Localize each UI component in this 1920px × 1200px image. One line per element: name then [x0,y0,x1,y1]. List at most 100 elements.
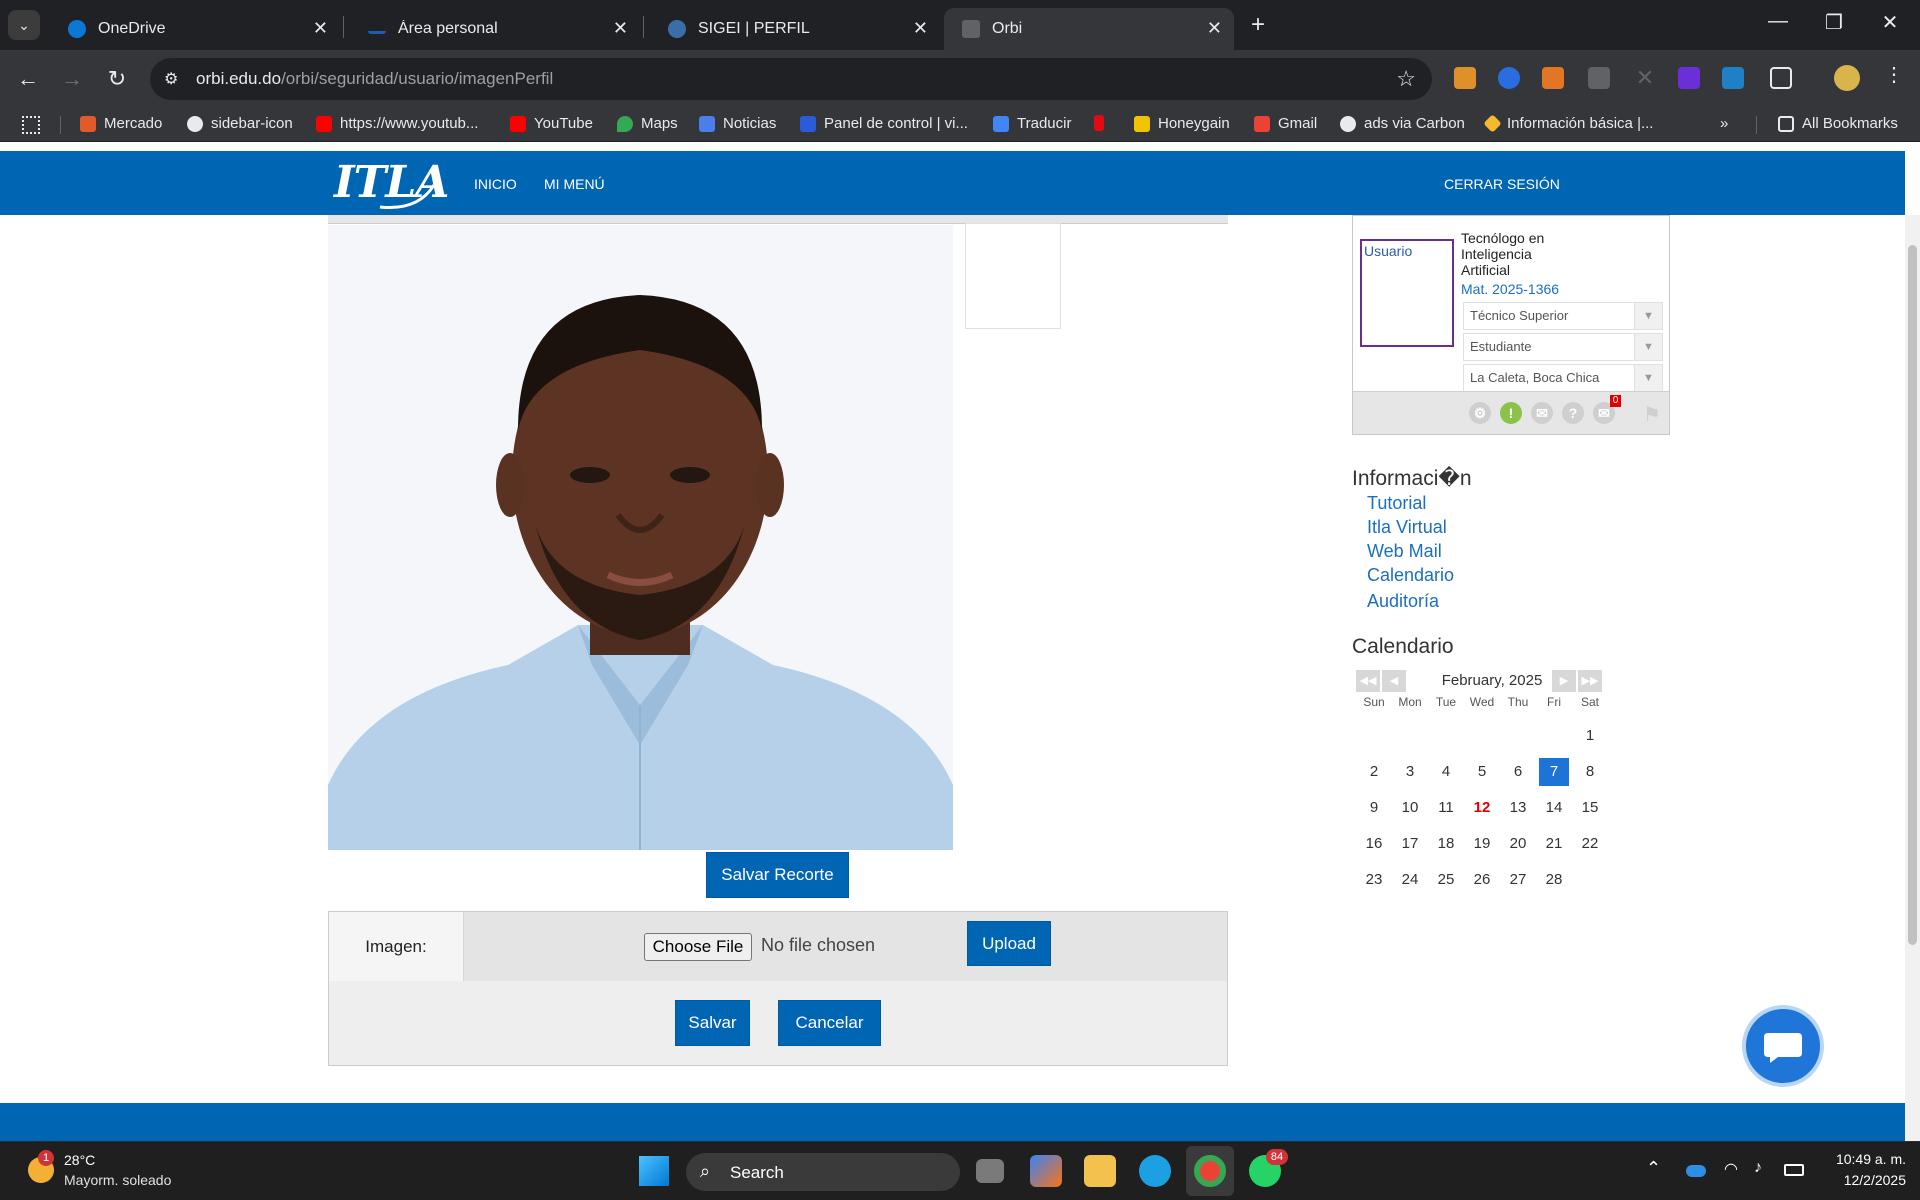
bookmark-gmail[interactable]: Gmail [1254,115,1317,132]
tab-sigei[interactable]: SIGEI | PERFIL ✕ [650,8,940,50]
extension-icon[interactable] [1678,67,1700,89]
tab-search-button[interactable]: ⌄ [8,10,40,40]
calendar-day[interactable]: 18 [1431,830,1461,858]
copilot-icon[interactable] [1030,1155,1062,1187]
minimize-icon[interactable]: — [1758,10,1798,33]
calendar-day[interactable]: 2 [1359,758,1389,786]
upload-button[interactable]: Upload [967,921,1051,966]
battery-icon[interactable] [1784,1164,1804,1176]
tab-onedrive[interactable]: OneDrive ✕ [50,8,340,50]
weather-temperature[interactable]: 28°C [64,1152,95,1168]
save-crop-button[interactable]: Salvar Recorte [706,852,849,898]
close-window-icon[interactable]: ✕ [1870,10,1910,35]
role-select[interactable]: Estudiante ▼ [1463,333,1663,361]
gear-icon[interactable]: ⚙ [1469,402,1491,424]
prev-month-icon[interactable]: ◀ [1382,670,1406,692]
calendar-day[interactable]: 12 [1467,794,1497,822]
bookmark-sidebar-icon[interactable]: sidebar-icon [187,115,293,132]
choose-file-button[interactable]: Choose File [644,933,752,961]
avatar[interactable] [1834,65,1860,91]
file-explorer-icon[interactable] [1084,1155,1116,1187]
x-extension-icon[interactable]: ✕ [1634,67,1656,89]
calendar-day[interactable]: 4 [1431,758,1461,786]
taskbar-search[interactable]: ⌕ Search [686,1153,960,1191]
bookmark-netflix[interactable] [1094,115,1112,131]
bookmark-honeygain[interactable]: Honeygain [1134,115,1230,132]
extension-icon[interactable] [1722,67,1744,89]
web-mail-link[interactable]: Web Mail [1367,541,1442,562]
calendar-day[interactable]: 15 [1575,794,1605,822]
tab-orbi[interactable]: Orbi ✕ [944,8,1234,50]
clock-time[interactable]: 10:49 a. m. [1826,1151,1906,1167]
next-year-icon[interactable]: ▶▶ [1578,670,1602,692]
calendar-day[interactable]: 24 [1395,866,1425,894]
close-icon[interactable]: ✕ [313,18,328,38]
url-text[interactable]: orbi.edu.do/orbi/seguridad/usuario/image… [196,69,553,89]
calendar-day[interactable]: 19 [1467,830,1497,858]
extension-icon[interactable] [1454,67,1476,89]
nav-mi-menu[interactable]: MI MENÚ [544,176,605,192]
calendar-day[interactable]: 7 [1539,758,1569,786]
weather-description[interactable]: Mayorm. soleado [64,1172,171,1188]
calendar-day[interactable]: 25 [1431,866,1461,894]
address-bar[interactable]: ⚙ orbi.edu.do/orbi/seguridad/usuario/ima… [150,58,1432,100]
bookmark-ads-carbon[interactable]: ads via Carbon [1340,115,1465,132]
calendar-day[interactable]: 21 [1539,830,1569,858]
chevron-up-icon[interactable]: ⌃ [1646,1158,1661,1179]
edge-icon[interactable] [1139,1155,1171,1187]
forward-arrow-icon[interactable]: → [55,62,89,96]
tab-area-personal[interactable]: Área personal ✕ [350,8,640,50]
calendar-day[interactable]: 9 [1359,794,1389,822]
onedrive-tray-icon[interactable] [1686,1165,1706,1177]
calendar-day[interactable]: 22 [1575,830,1605,858]
level-select[interactable]: Técnico Superior ▼ [1463,302,1663,330]
close-icon[interactable]: ✕ [613,18,628,38]
bookmark-youtube[interactable]: YouTube [510,115,593,132]
logout-link[interactable]: CERRAR SESIÓN [1444,176,1560,192]
page-scrollbar[interactable] [1905,215,1920,1141]
chrome-icon[interactable] [1194,1155,1226,1187]
cancel-button[interactable]: Cancelar [778,1000,881,1046]
clock-date[interactable]: 12/2/2025 [1826,1172,1906,1188]
calendar-day[interactable]: 1 [1575,722,1605,750]
chat-bubble-button[interactable] [1742,1005,1824,1087]
close-icon[interactable]: ✕ [1207,18,1222,38]
flag-icon[interactable]: ⚑ [1643,402,1661,427]
calendar-day[interactable]: 23 [1359,866,1389,894]
calendar-day[interactable]: 11 [1431,794,1461,822]
all-bookmarks[interactable]: All Bookmarks [1778,115,1898,132]
start-windows-icon[interactable] [639,1156,669,1186]
more-bookmarks-chevron-icon[interactable]: » [1720,115,1728,132]
calendar-day[interactable]: 20 [1503,830,1533,858]
next-month-icon[interactable]: ▶ [1552,670,1576,692]
calendario-link[interactable]: Calendario [1367,565,1454,586]
calendar-day[interactable]: 27 [1503,866,1533,894]
mail-icon[interactable]: ✉ [1531,402,1553,424]
scrollbar-thumb[interactable] [1908,245,1917,945]
tutorial-link[interactable]: Tutorial [1367,493,1426,514]
apps-grid-icon[interactable] [22,116,40,134]
new-tab-button[interactable]: + [1244,10,1272,40]
calendar-day[interactable]: 3 [1395,758,1425,786]
bookmark-traducir[interactable]: Traducir [993,115,1071,132]
itla-virtual-link[interactable]: Itla Virtual [1367,517,1447,538]
campus-select[interactable]: La Caleta, Boca Chica ▼ [1463,364,1663,392]
extension-icon[interactable] [1498,67,1520,89]
bookmark-binance[interactable]: Información básica |... [1483,114,1653,133]
reload-icon[interactable]: ↻ [100,62,134,96]
volume-icon[interactable]: ♪ [1754,1159,1762,1177]
calendar-day[interactable]: 13 [1503,794,1533,822]
more-menu-icon[interactable]: ⋮ [1884,62,1904,87]
calendar-day[interactable]: 28 [1539,866,1569,894]
nav-inicio[interactable]: INICIO [474,176,517,192]
puzzle-icon[interactable] [1770,67,1792,89]
bookmark-panel-control[interactable]: Panel de control | vi... [800,115,968,132]
help-icon[interactable]: ? [1562,402,1584,424]
wifi-icon[interactable]: ◠ [1724,1159,1738,1179]
calendar-day[interactable]: 17 [1395,830,1425,858]
calendar-day[interactable]: 10 [1395,794,1425,822]
save-button[interactable]: Salvar [675,1000,750,1046]
prev-year-icon[interactable]: ◀◀ [1356,670,1380,692]
site-settings-icon[interactable]: ⚙ [164,69,184,89]
bookmark-star-icon[interactable]: ☆ [1396,66,1416,92]
